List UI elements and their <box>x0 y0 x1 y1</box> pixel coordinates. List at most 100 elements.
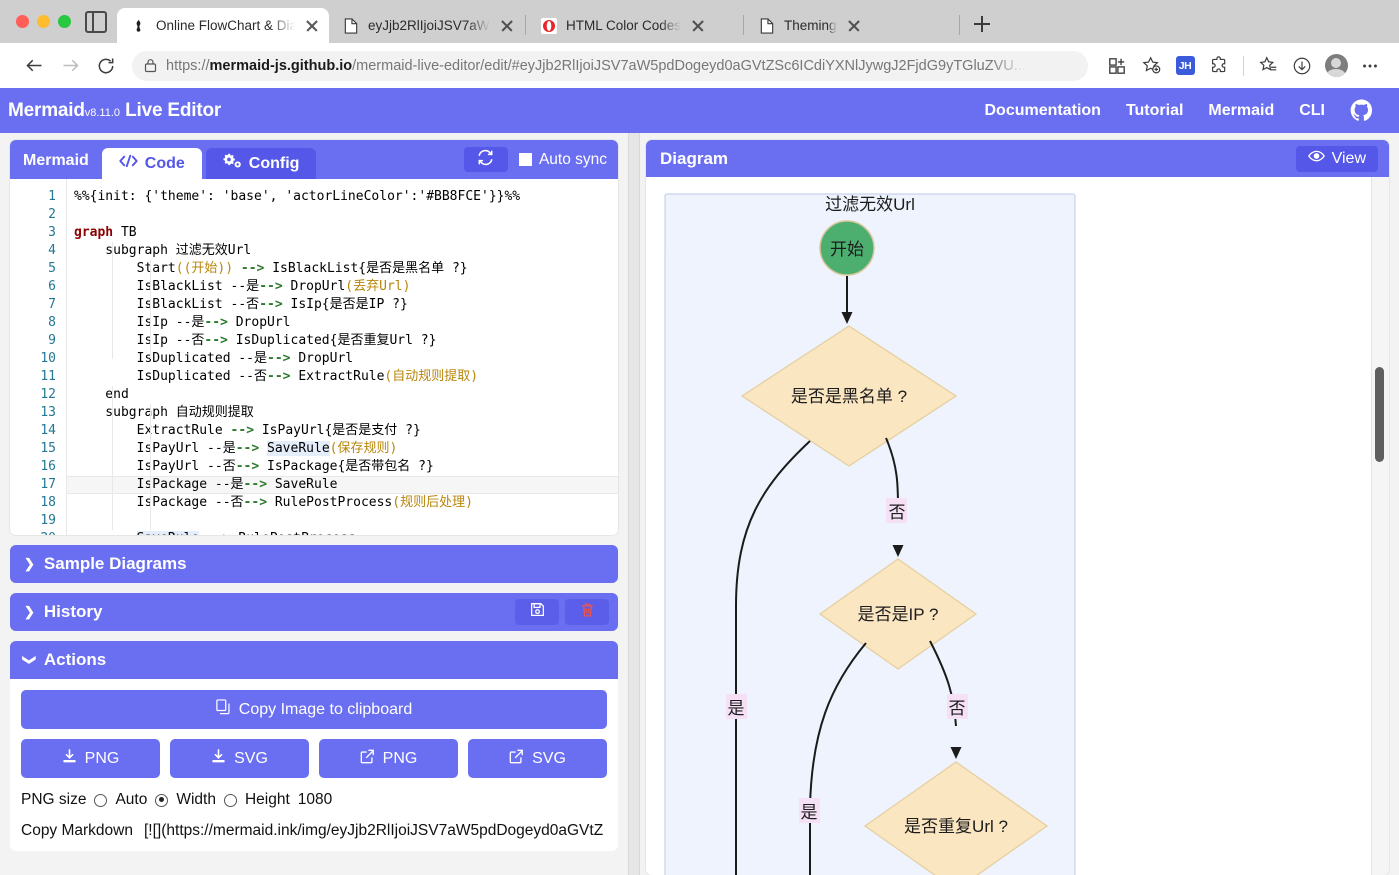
browser-toolbar: https://mermaid-js.github.io/mermaid-liv… <box>0 43 1399 88</box>
line-number: 16 <box>40 459 56 474</box>
forward-button[interactable] <box>54 50 86 82</box>
line-number: 2 <box>48 207 56 222</box>
pane-splitter[interactable] <box>628 133 640 875</box>
png-size-value[interactable]: 1080 <box>298 791 332 809</box>
brand-name: Mermaid <box>8 99 85 121</box>
indent-guide <box>112 386 113 530</box>
copy-image-button[interactable]: Copy Image to clipboard <box>21 690 607 729</box>
node-isip-label: 是否是IP ? <box>858 605 939 624</box>
browser-tab-3[interactable]: HTML Color Codes <box>527 8 742 43</box>
browser-window: Online FlowChart & Diagrams E eyJjb2RlIj… <box>0 0 1399 875</box>
github-icon[interactable] <box>1350 99 1373 122</box>
line-number: 5 <box>48 261 56 276</box>
auto-sync-toggle[interactable]: Auto sync <box>518 151 607 169</box>
actions-body: Copy Image to clipboard PNG SVG PNG SVG … <box>10 679 618 851</box>
diagram-title: Diagram <box>660 148 729 168</box>
reload-button[interactable] <box>90 50 122 82</box>
back-button[interactable] <box>18 50 50 82</box>
copy-markdown-row: Copy Markdown [![](https://mermaid.ink/i… <box>21 822 607 840</box>
diagram-card: Diagram View 过滤无效Url 开始 是否是黑名单 ? 是 否 是否是… <box>646 140 1389 875</box>
nav-link-documentation[interactable]: Documentation <box>984 102 1100 120</box>
sync-button[interactable] <box>463 147 508 172</box>
line-number: 18 <box>40 495 56 510</box>
copy-markdown-value[interactable]: [![](https://mermaid.ink/img/eyJjb2RlIjo… <box>144 822 603 840</box>
download-svg-button[interactable]: SVG <box>170 739 309 778</box>
browser-tab-2[interactable]: eyJjb2RlIjoiJSV7aW5pdDogeyd <box>329 8 524 43</box>
site-nav: Documentation Tutorial Mermaid CLI <box>984 99 1387 122</box>
panel-sample-diagrams[interactable]: ❯ Sample Diagrams <box>10 545 618 583</box>
radio-height-label: Height <box>244 791 290 808</box>
panel-history[interactable]: ❯ History <box>10 593 618 631</box>
save-history-button[interactable] <box>515 599 559 625</box>
close-tab-icon-2[interactable] <box>499 18 515 34</box>
line-number: 12 <box>40 387 56 402</box>
save-icon <box>530 602 545 622</box>
document-icon <box>758 17 775 34</box>
copy-markdown-label[interactable]: Copy Markdown <box>21 822 133 840</box>
radio-auto-label: Auto <box>115 791 148 808</box>
radio-height[interactable] <box>223 793 237 807</box>
chevron-right-icon: ❯ <box>24 604 35 619</box>
toolbar-divider <box>1243 55 1244 76</box>
panel-actions[interactable]: ❯ Actions <box>10 641 618 679</box>
browser-tab-title-4: Theming <box>784 18 837 33</box>
nav-link-cli[interactable]: CLI <box>1299 102 1325 120</box>
minimize-window-button[interactable] <box>37 15 50 28</box>
page-scrollbar-thumb[interactable] <box>1375 367 1384 462</box>
line-number: 19 <box>40 513 56 528</box>
tab-code[interactable]: Code <box>101 148 202 179</box>
new-tab-button[interactable] <box>968 10 996 38</box>
auto-sync-checkbox[interactable] <box>518 153 532 166</box>
node-start-label: 开始 <box>830 240 864 259</box>
maximize-window-button[interactable] <box>58 15 71 28</box>
browser-tab-1[interactable]: Online FlowChart & Diagrams E <box>117 8 329 43</box>
nav-link-mermaid[interactable]: Mermaid <box>1208 102 1274 120</box>
node-isblacklist-label: 是否是黑名单 ? <box>791 387 907 406</box>
close-tab-icon-1[interactable] <box>304 18 320 34</box>
browser-tab-4[interactable]: Theming <box>745 8 958 43</box>
tab-config[interactable]: Config <box>205 148 317 179</box>
profile-avatar[interactable] <box>1321 51 1351 81</box>
view-button[interactable]: View <box>1295 145 1378 172</box>
close-tab-icon-4[interactable] <box>846 18 862 34</box>
indent-guide <box>150 404 151 530</box>
tab-actions-icon[interactable] <box>85 11 107 33</box>
edge-label-yes-1: 是 <box>728 699 745 718</box>
download-svg-label: SVG <box>234 749 268 767</box>
downloads-icon[interactable] <box>1287 51 1317 81</box>
address-bar[interactable]: https://mermaid-js.github.io/mermaid-liv… <box>132 50 1088 81</box>
sync-icon <box>477 149 494 171</box>
tab-code-label: Code <box>144 154 185 172</box>
collections-icon[interactable] <box>1102 51 1132 81</box>
radio-width[interactable] <box>155 793 169 807</box>
open-png-button[interactable]: PNG <box>319 739 458 778</box>
node-isduplicated-label: 是否重复Url ? <box>904 817 1008 836</box>
lock-icon <box>144 58 157 73</box>
opera-icon <box>540 17 557 34</box>
nav-link-tutorial[interactable]: Tutorial <box>1126 102 1183 120</box>
favorites-icon[interactable] <box>1253 51 1283 81</box>
flowchart-svg: 过滤无效Url 开始 是否是黑名单 ? DropUrl (long left b… <box>664 193 1076 875</box>
download-png-button[interactable]: PNG <box>21 739 160 778</box>
extensions-icon[interactable] <box>1204 51 1234 81</box>
right-panel: Diagram View 过滤无效Url 开始 是否是黑名单 ? 是 否 是否是… <box>640 133 1399 875</box>
radio-width-label: Width <box>176 791 216 808</box>
close-window-button[interactable] <box>16 15 29 28</box>
line-number: 8 <box>48 315 56 330</box>
code-line: end <box>74 387 129 402</box>
code-text-area[interactable]: %%{init: {'theme': 'base', 'actorLineCol… <box>66 179 618 535</box>
page-scrollbar-track[interactable] <box>1371 177 1389 875</box>
line-number: 13 <box>40 405 56 420</box>
close-tab-icon-3[interactable] <box>690 18 706 34</box>
add-favorite-icon[interactable] <box>1136 51 1166 81</box>
code-line: %%{init: {'theme': 'base', 'actorLineCol… <box>74 189 521 204</box>
code-line: graph TBgraph TB <box>74 225 137 240</box>
jh-extension-icon[interactable]: JH <box>1170 51 1200 81</box>
clear-history-button[interactable] <box>565 599 609 625</box>
open-svg-button[interactable]: SVG <box>468 739 607 778</box>
more-icon[interactable] <box>1355 51 1385 81</box>
download-png-label: PNG <box>84 749 120 767</box>
code-editor[interactable]: 1 2 3 4 5 6 7 8 9 10 11 12 13 14 15 16 1… <box>10 179 618 535</box>
diagram-canvas[interactable]: 过滤无效Url 开始 是否是黑名单 ? DropUrl (long left b… <box>646 177 1389 875</box>
radio-auto[interactable] <box>94 793 108 807</box>
